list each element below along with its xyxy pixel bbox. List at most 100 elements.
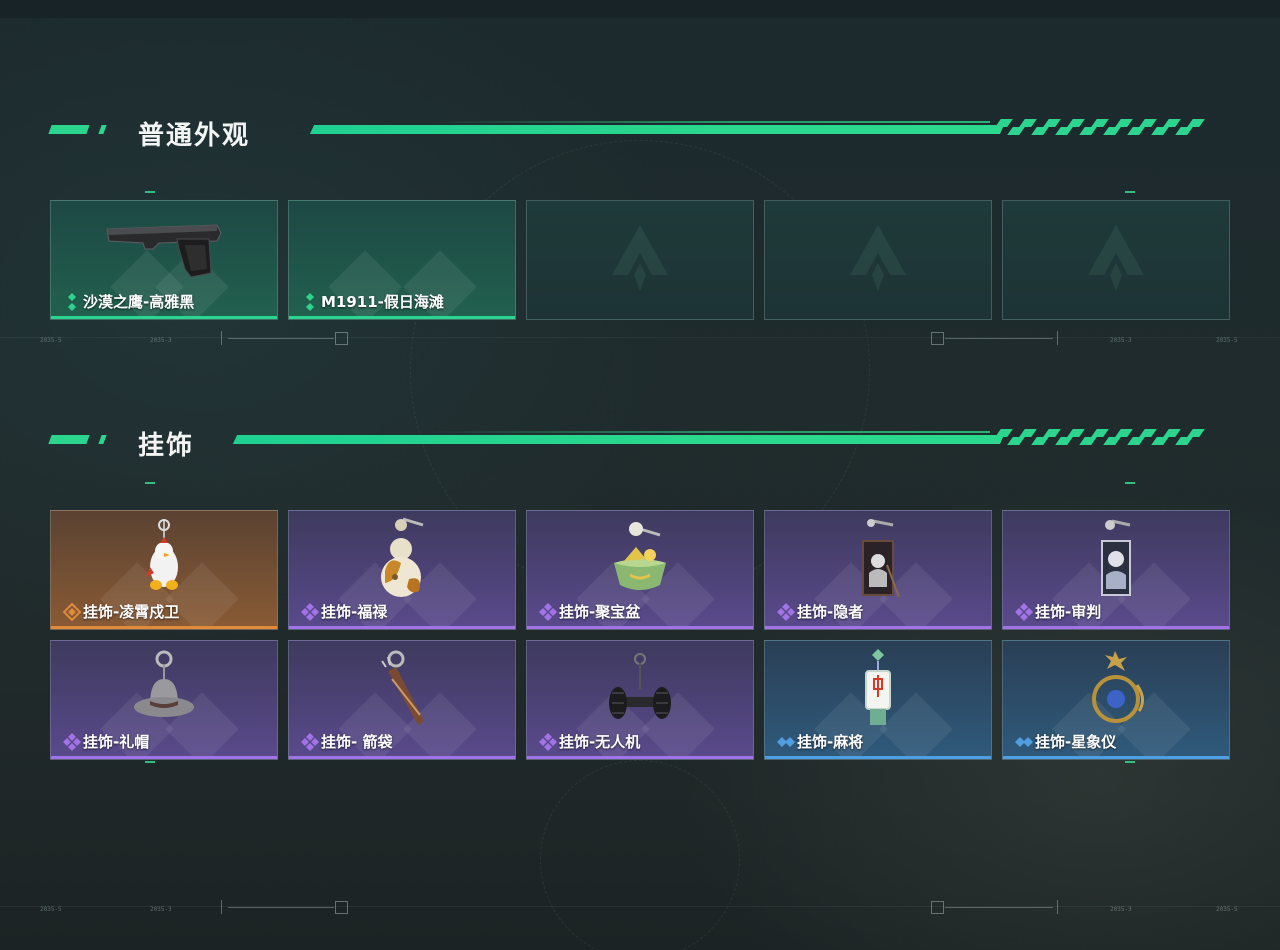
decor-code: 2035-3	[1110, 906, 1132, 913]
card-label: 挂饰-麻将	[797, 733, 864, 751]
chicken-charm-icon	[134, 515, 194, 609]
card-label: 挂饰-无人机	[559, 733, 641, 751]
decor-tick	[221, 331, 222, 345]
rarity-stripe	[289, 626, 515, 629]
tarot-hermit-charm-icon	[843, 515, 913, 609]
empty-card[interactable]	[526, 200, 754, 320]
decor-tick	[221, 900, 222, 914]
decor-code: 2035-5	[40, 906, 62, 913]
tarot-judgement-charm-icon	[1086, 515, 1146, 609]
charm-card[interactable]: 挂饰-凌霄戍卫	[50, 510, 278, 630]
charm-card[interactable]: 挂饰-审判	[1002, 510, 1230, 630]
logo-placeholder-icon	[1086, 223, 1146, 297]
decor-tick	[1057, 331, 1058, 345]
rarity-stripe	[289, 756, 515, 759]
rarity-green-icon	[301, 293, 319, 311]
decor-code: 2035-3	[150, 337, 172, 344]
decor-square	[335, 901, 348, 914]
rarity-stripe	[51, 756, 277, 759]
hat-charm-icon	[124, 645, 204, 739]
pistol-icon	[99, 213, 229, 287]
card-label: 挂饰-福禄	[321, 603, 388, 621]
rarity-blue-icon	[1015, 733, 1033, 751]
header-accent-bar	[98, 435, 107, 444]
header-checker-pattern	[994, 119, 1205, 135]
section-title: 普通外观	[138, 121, 251, 151]
card-label: M1911-假日海滩	[321, 293, 444, 311]
charm-card[interactable]: 挂饰-隐者	[764, 510, 992, 630]
treasure-bowl-charm-icon	[600, 515, 680, 609]
header-accent-bar	[48, 125, 90, 134]
header-accent-bar	[48, 435, 90, 444]
section-title: 挂饰	[138, 431, 195, 461]
rarity-stripe	[765, 756, 991, 759]
decor-segment	[228, 338, 334, 339]
skin-card[interactable]: M1911-假日海滩	[288, 200, 516, 320]
header-thin-line	[430, 431, 990, 433]
section-header-skins: 普通外观	[48, 115, 1210, 151]
section-header-charms: 挂饰	[48, 425, 1210, 461]
mahjong-charm-icon	[848, 645, 908, 739]
rarity-stripe	[1003, 756, 1229, 759]
rarity-stripe	[289, 316, 515, 319]
decor-code: 2035-5	[40, 337, 62, 344]
rarity-purple-icon	[63, 733, 81, 751]
rarity-stripe	[765, 626, 991, 629]
rarity-stripe	[527, 756, 753, 759]
rarity-purple-icon	[539, 733, 557, 751]
rarity-purple-icon	[301, 733, 319, 751]
scan-line	[0, 906, 1280, 907]
charm-card[interactable]: 挂饰-麻将	[764, 640, 992, 760]
rarity-purple-icon	[301, 603, 319, 621]
rarity-green-icon	[63, 293, 81, 311]
rarity-blue-icon	[777, 733, 795, 751]
decor-square	[931, 332, 944, 345]
header-thin-line	[430, 121, 990, 123]
astrolabe-charm-icon	[1081, 645, 1151, 739]
decor-segment	[228, 907, 334, 908]
decor-code: 2035-3	[1110, 337, 1132, 344]
charm-card[interactable]: 挂饰-无人机	[526, 640, 754, 760]
logo-placeholder-icon	[610, 223, 670, 297]
rarity-stripe	[1003, 626, 1229, 629]
decor-dash	[145, 761, 155, 763]
header-line	[309, 125, 1005, 134]
empty-card[interactable]	[764, 200, 992, 320]
decor-dash	[1125, 191, 1135, 193]
rarity-purple-icon	[539, 603, 557, 621]
decor-tick	[1057, 900, 1058, 914]
card-label: 挂饰-审判	[1035, 603, 1102, 621]
top-bar	[0, 0, 1280, 18]
charm-card[interactable]: 挂饰-星象仪	[1002, 640, 1230, 760]
rarity-orange-icon	[62, 602, 82, 622]
card-label: 挂饰-凌霄戍卫	[83, 603, 180, 621]
empty-card[interactable]	[1002, 200, 1230, 320]
quiver-charm-icon	[362, 645, 442, 739]
card-label: 沙漠之鹰-高雅黑	[83, 293, 195, 311]
charm-card[interactable]: 挂饰-礼帽	[50, 640, 278, 760]
charm-card[interactable]: 挂饰-福禄	[288, 510, 516, 630]
charm-card[interactable]: 挂饰- 箭袋	[288, 640, 516, 760]
decor-square	[931, 901, 944, 914]
header-checker-pattern	[994, 429, 1205, 445]
decor-dash	[1125, 482, 1135, 484]
decor-code: 2035-3	[150, 906, 172, 913]
card-label: 挂饰-星象仪	[1035, 733, 1117, 751]
decor-code: 2035-5	[1216, 337, 1238, 344]
header-line	[232, 435, 1005, 444]
decor-code: 2035-5	[1216, 906, 1238, 913]
skin-card[interactable]: 沙漠之鹰-高雅黑	[50, 200, 278, 320]
decor-ring	[540, 760, 740, 950]
decor-dash	[1125, 761, 1135, 763]
card-label: 挂饰- 箭袋	[321, 733, 393, 751]
decor-dash	[145, 482, 155, 484]
header-accent-bar	[98, 125, 107, 134]
rarity-purple-icon	[777, 603, 795, 621]
drone-charm-icon	[600, 645, 680, 739]
decor-segment	[945, 907, 1053, 908]
card-label: 挂饰-聚宝盆	[559, 603, 641, 621]
charm-card[interactable]: 挂饰-聚宝盆	[526, 510, 754, 630]
decor-square	[335, 332, 348, 345]
card-label: 挂饰-隐者	[797, 603, 864, 621]
card-label: 挂饰-礼帽	[83, 733, 150, 751]
